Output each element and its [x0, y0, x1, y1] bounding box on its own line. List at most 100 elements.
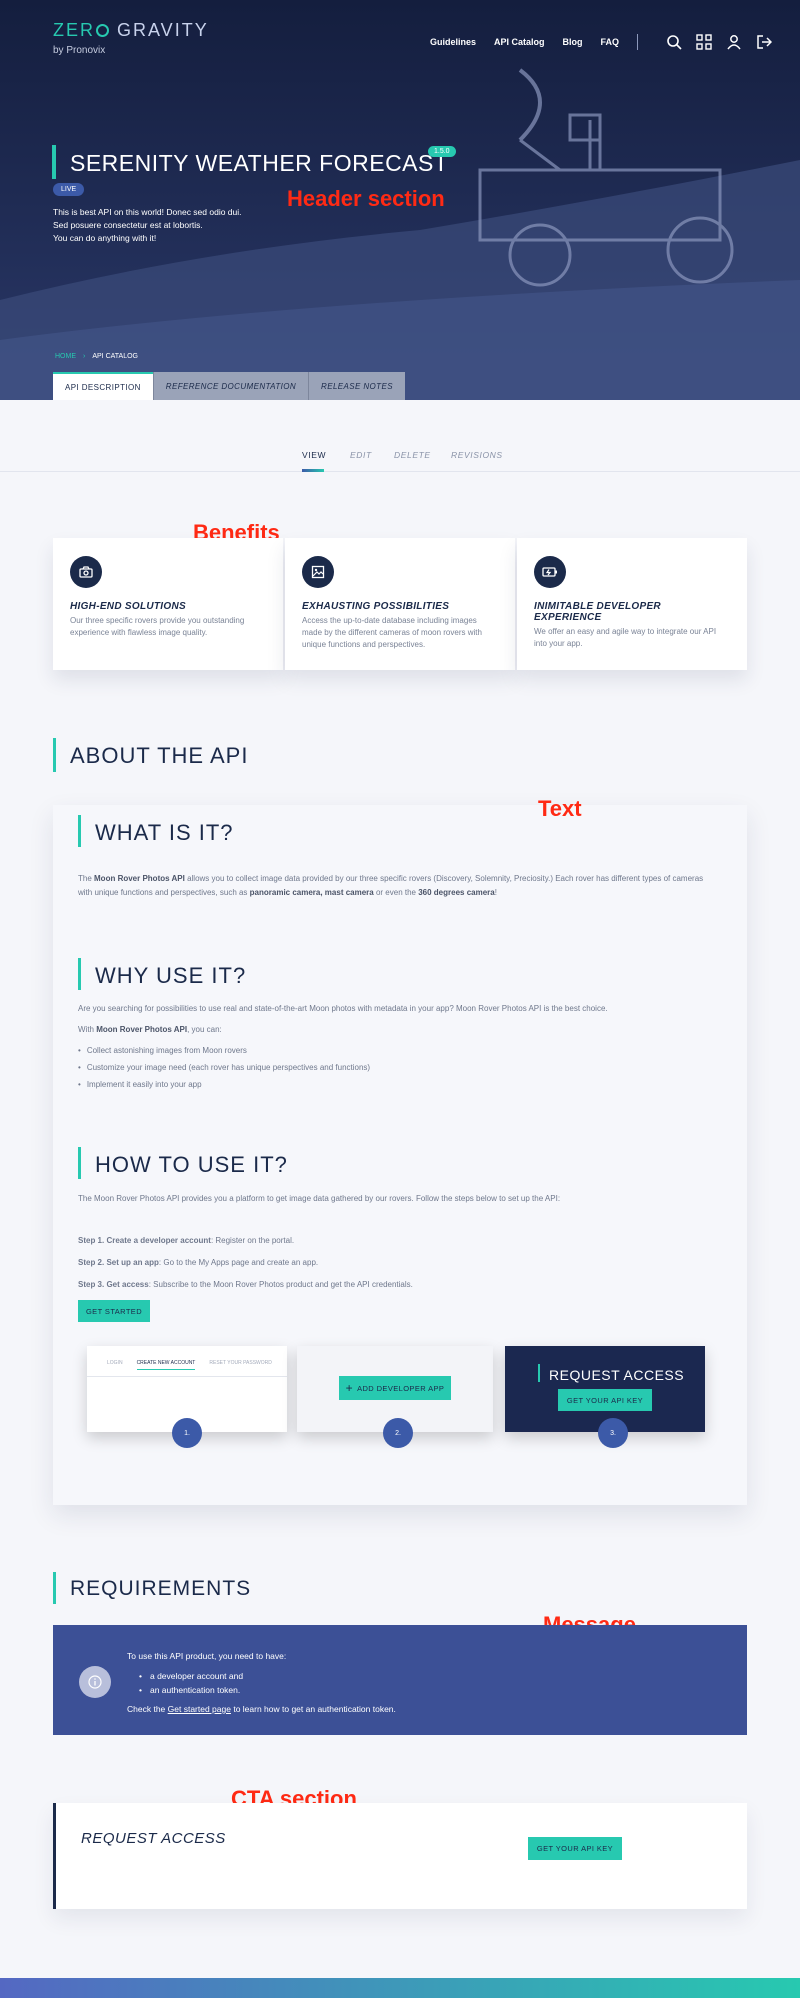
nav-guidelines[interactable]: Guidelines	[430, 37, 476, 47]
benefit-card: EXHAUSTING POSSIBILITIES Access the up-t…	[285, 538, 515, 670]
heading-accent	[78, 1147, 81, 1179]
admin-tabs: VIEW EDIT DELETE REVISIONS	[0, 400, 800, 472]
get-started-button[interactable]: GET STARTED	[78, 1300, 150, 1322]
tab-revisions[interactable]: REVISIONS	[451, 450, 503, 460]
annotation-text: Text	[538, 796, 582, 821]
thumbnail-request-access-title: REQUEST ACCESS	[549, 1367, 685, 1383]
heading-accent	[53, 738, 56, 772]
breadcrumb: HOME › API CATALOG	[55, 353, 138, 360]
list-item: an authentication token.	[139, 1683, 396, 1697]
annotation-header-section: Header section	[287, 186, 445, 211]
tab-reference-documentation[interactable]: REFERENCE DOCUMENTATION	[152, 372, 309, 400]
description-line: You can do anything with it!	[53, 233, 157, 243]
description-line: This is best API on this world! Donec se…	[53, 207, 242, 217]
logo-wordmark: ZER GRAVITY	[53, 20, 209, 41]
step-number: 1.	[172, 1418, 202, 1448]
get-started-link[interactable]: Get started page	[168, 1704, 231, 1714]
requirements-list: a developer account and an authenticatio…	[139, 1669, 396, 1697]
list-item: Collect astonishing images from Moon rov…	[78, 1046, 370, 1063]
search-icon[interactable]	[666, 34, 682, 50]
how-heading: HOW TO USE IT?	[95, 1152, 288, 1177]
list-item: Implement it easily into your app	[78, 1080, 370, 1097]
heading-accent	[78, 958, 81, 990]
heading-accent	[53, 1572, 56, 1604]
page-title: SERENITY WEATHER FORECAST	[70, 150, 449, 176]
user-icon[interactable]	[726, 34, 742, 50]
about-heading: ABOUT THE API	[70, 743, 249, 768]
step-item: Step 1. Create a developer account: Regi…	[78, 1236, 295, 1245]
heading-accent	[538, 1364, 540, 1382]
list-item: Customize your image need (each rover ha…	[78, 1063, 370, 1080]
status-badge: LIVE	[53, 183, 85, 196]
cta-section: REQUEST ACCESS GET YOUR API KEY	[53, 1803, 747, 1909]
benefit-title: HIGH-END SOLUTIONS	[70, 601, 186, 612]
logo-o-mark	[96, 24, 109, 37]
api-description: This is best API on this world! Donec se…	[53, 206, 293, 245]
camera-icon	[70, 556, 102, 588]
footer-gradient-bar	[0, 1978, 800, 1998]
tab-delete[interactable]: DELETE	[394, 450, 431, 460]
requirements-check: Check the Get started page to learn how …	[127, 1704, 396, 1714]
hero-tabs: API DESCRIPTION REFERENCE DOCUMENTATION …	[53, 372, 405, 400]
step-number: 3.	[598, 1418, 628, 1448]
how-paragraph: The Moon Rover Photos API provides you a…	[78, 1194, 561, 1203]
logo[interactable]: ZER GRAVITY by Pronovix	[53, 20, 209, 56]
info-icon	[79, 1666, 111, 1698]
tab-release-notes[interactable]: RELEASE NOTES	[308, 372, 405, 400]
why-paragraph: Are you searching for possibilities to u…	[78, 1004, 608, 1013]
nav-divider	[637, 34, 639, 50]
thumbnail-divider	[87, 1376, 287, 1377]
thumbnail-tab-login: LOGIN	[107, 1360, 123, 1366]
benefit-description: Our three specific rovers provide you ou…	[70, 616, 245, 637]
what-heading: WHAT IS IT?	[95, 820, 234, 845]
battery-icon	[534, 556, 566, 588]
step-number: 2.	[383, 1418, 413, 1448]
thumbnail-tabs: LOGIN CREATE NEW ACCOUNT RESET YOUR PASS…	[107, 1360, 286, 1370]
plus-icon: +	[345, 1381, 354, 1395]
tab-edit[interactable]: EDIT	[350, 450, 372, 460]
cta-title: REQUEST ACCESS	[81, 1830, 226, 1847]
benefit-card: HIGH-END SOLUTIONS Our three specific ro…	[53, 538, 283, 670]
thumbnail-api-key-button: GET YOUR API KEY	[558, 1389, 652, 1411]
step-item: Step 2. Set up an app: Go to the My Apps…	[78, 1258, 319, 1267]
step-item: Step 3. Get access: Subscribe to the Moo…	[78, 1280, 413, 1289]
requirements-intro: To use this API product, you need to hav…	[127, 1651, 287, 1661]
grid-icon[interactable]	[696, 34, 712, 50]
get-api-key-button[interactable]: GET YOUR API KEY	[528, 1837, 622, 1860]
title-accent	[52, 145, 56, 179]
nav-blog[interactable]: Blog	[563, 37, 583, 47]
why-heading: WHY USE IT?	[95, 963, 247, 988]
requirements-message: To use this API product, you need to hav…	[53, 1625, 747, 1735]
benefit-description: We offer an easy and agile way to integr…	[534, 627, 717, 648]
list-item: a developer account and	[139, 1669, 396, 1683]
setup-steps: Step 1. Create a developer account: Regi…	[78, 1236, 413, 1302]
image-icon	[302, 556, 334, 588]
thumbnail-tab-create-account: CREATE NEW ACCOUNT	[136, 1360, 196, 1370]
benefit-description: Access the up-to-date database including…	[302, 616, 482, 649]
breadcrumb-home[interactable]: HOME	[55, 353, 76, 360]
what-paragraph: The Moon Rover Photos API allows you to …	[78, 874, 704, 897]
logo-byline: by Pronovix	[53, 45, 106, 56]
hero-header: ZER GRAVITY by Pronovix Guidelines API C…	[0, 0, 800, 400]
logo-word-gravity: GRAVITY	[117, 20, 209, 40]
description-line: Sed posuere consectetur est at lobortis.	[53, 220, 203, 230]
thumbnail-tab-reset-password: RESET YOUR PASSWORD	[209, 1360, 272, 1366]
top-navigation: Guidelines API Catalog Blog FAQ	[430, 34, 773, 50]
nav-api-catalog[interactable]: API Catalog	[494, 37, 545, 47]
tab-api-description[interactable]: API DESCRIPTION	[53, 372, 153, 400]
benefit-card: INIMITABLE DEVELOPER EXPERIENCE We offer…	[517, 538, 747, 670]
nav-faq[interactable]: FAQ	[601, 37, 620, 47]
logout-icon[interactable]	[756, 34, 773, 50]
chevron-right-icon: ›	[83, 353, 86, 360]
add-developer-app-button: + ADD DEVELOPER APP	[339, 1376, 451, 1400]
with-paragraph: With Moon Rover Photos API, you can:	[78, 1025, 222, 1034]
tab-view[interactable]: VIEW	[302, 450, 326, 460]
requirements-heading: REQUIREMENTS	[70, 1577, 252, 1600]
requirements-text: To use this API product, you need to hav…	[127, 1651, 396, 1714]
add-developer-app-label: ADD DEVELOPER APP	[357, 1383, 445, 1393]
logo-word-zero: ZER	[53, 20, 95, 40]
why-list: Collect astonishing images from Moon rov…	[78, 1046, 370, 1097]
benefit-title: INIMITABLE DEVELOPER EXPERIENCE	[534, 601, 661, 623]
breadcrumb-api-catalog[interactable]: API CATALOG	[92, 353, 138, 360]
benefit-title: EXHAUSTING POSSIBILITIES	[302, 601, 450, 612]
